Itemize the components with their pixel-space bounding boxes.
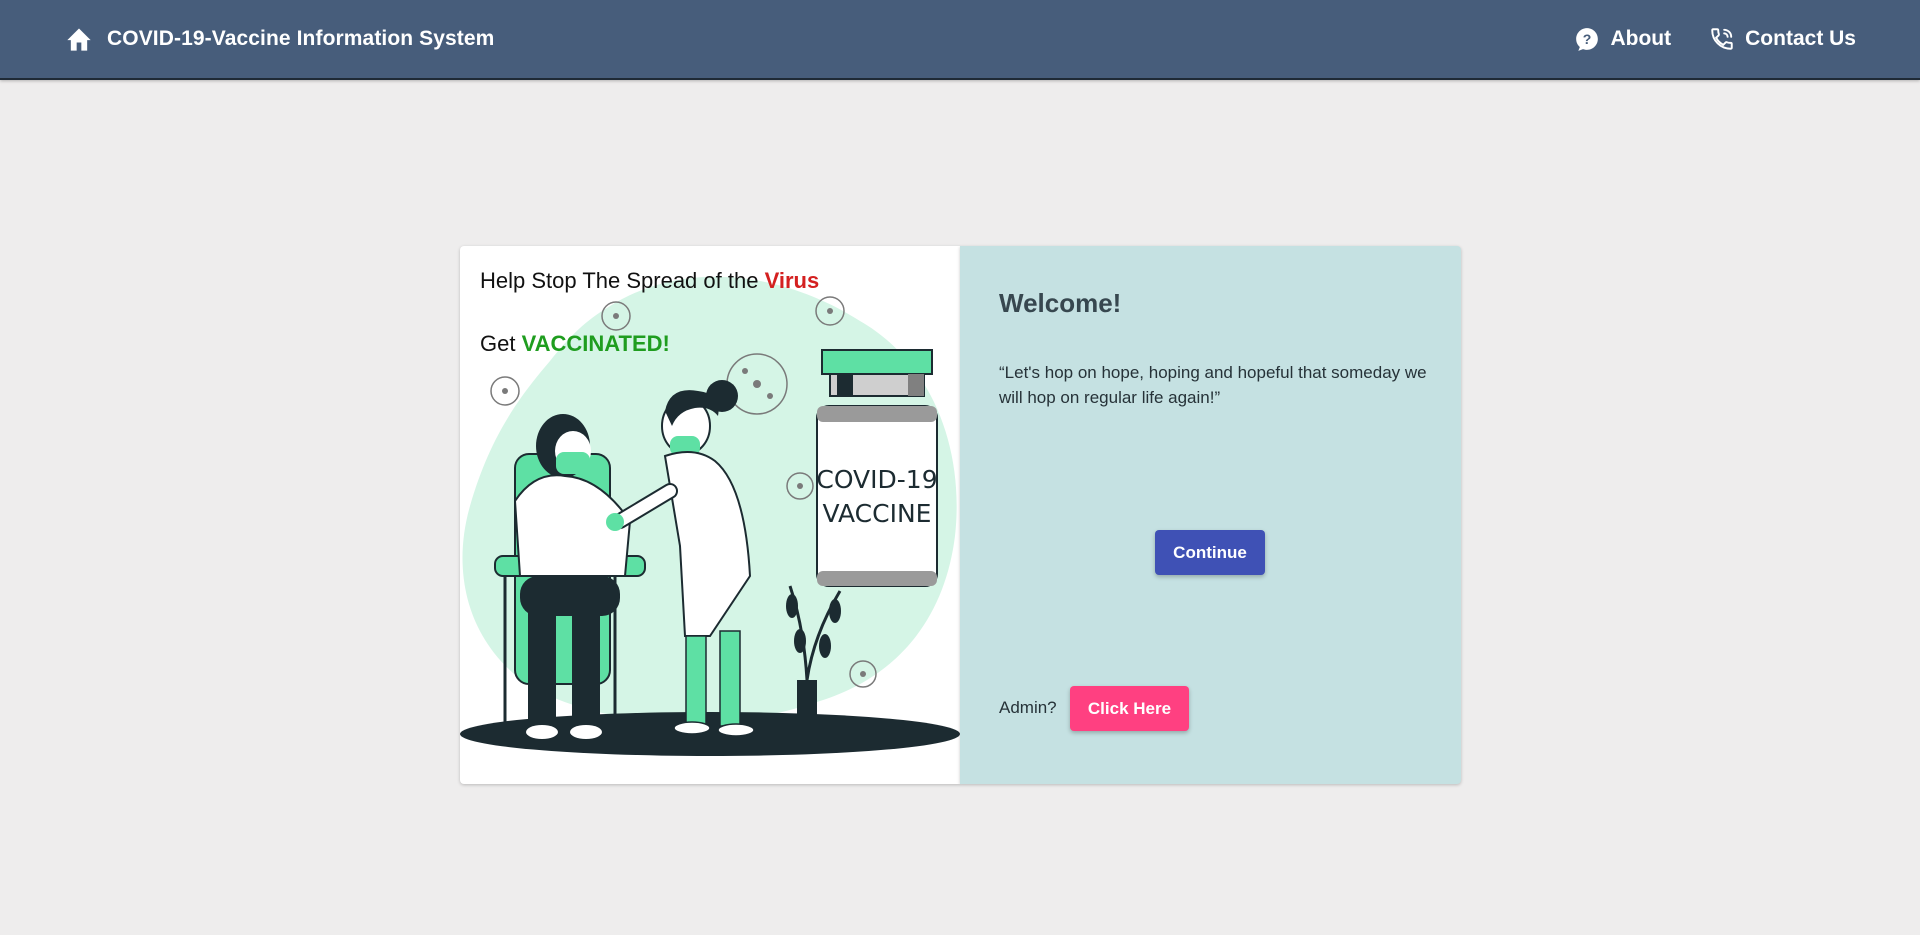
welcome-quote: “Let's hop on hope, hoping and hopeful t… <box>999 363 1427 407</box>
admin-click-here-button[interactable]: Click Here <box>1070 686 1189 731</box>
vaccination-illustration: COVID-19 VACCINE <box>460 276 960 756</box>
welcome-heading: Welcome! <box>999 288 1122 318</box>
headline-get-vaccinated: Get VACCINATED! <box>480 331 670 357</box>
vial-text-line2: VACCINE <box>823 499 932 528</box>
svg-text:?: ? <box>1583 31 1592 47</box>
phone-icon <box>1709 26 1735 52</box>
nav-about[interactable]: ? About <box>1574 26 1671 52</box>
nav-contact-label: Contact Us <box>1745 27 1856 50</box>
help-circle-icon: ? <box>1574 26 1600 52</box>
admin-prompt: Admin? <box>999 698 1057 717</box>
headline-virus-highlight: Virus <box>764 268 820 293</box>
welcome-panel: Welcome! “Let's hop on hope, hoping and … <box>960 246 1461 784</box>
continue-button[interactable]: Continue <box>1155 530 1265 575</box>
headline-1-text: Help Stop The Spread of the <box>480 268 765 293</box>
app-title: COVID-19-Vaccine Information System <box>107 27 495 50</box>
home-icon <box>65 26 93 52</box>
top-nav: ? About Contact Us <box>1574 0 1856 78</box>
headline-stop-spread: Help Stop The Spread of the Virus <box>480 268 819 294</box>
top-app-bar: COVID-19-Vaccine Information System ? Ab… <box>0 0 1920 80</box>
illustration-panel: COVID-19 VACCINE Help Stop The Spread of… <box>460 246 960 784</box>
vial-text-line1: COVID-19 <box>816 465 937 494</box>
nav-contact-us[interactable]: Contact Us <box>1709 26 1856 52</box>
nav-about-label: About <box>1610 27 1672 50</box>
home-link[interactable]: COVID-19-Vaccine Information System <box>65 0 494 78</box>
headline-2-text: Get <box>480 331 522 356</box>
headline-vaccinated-highlight: VACCINATED! <box>521 331 670 356</box>
